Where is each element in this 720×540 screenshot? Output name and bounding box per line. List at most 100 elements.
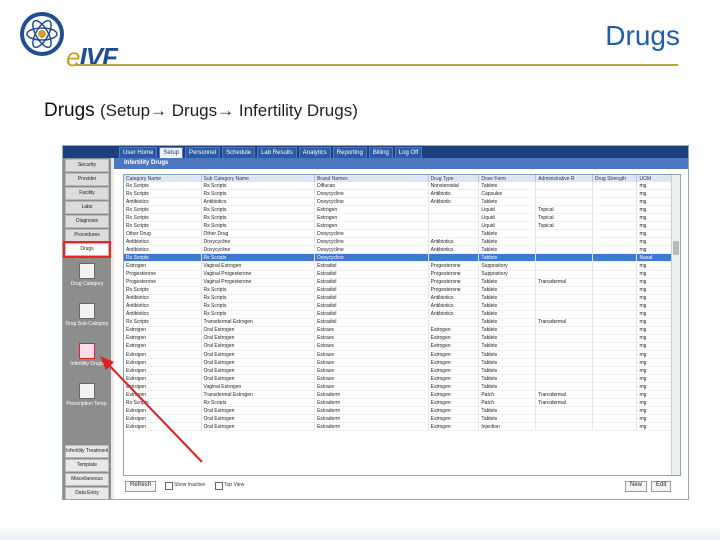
table-row[interactable]: Rx Scripts Rx Scripts Estrogen Liquid Topica… xyxy=(124,205,672,215)
table-row[interactable]: Antibiotics Doxycycline Doxycycline Antibio… xyxy=(124,237,672,247)
table-cell: Antibiotics xyxy=(428,245,480,255)
table-cell xyxy=(592,326,638,335)
table-row[interactable]: Antibiotics Doxycycline Doxycycline Antibio… xyxy=(124,245,672,255)
nav-tab[interactable]: Log Off xyxy=(394,147,423,158)
table-cell: Progesterone xyxy=(428,286,480,295)
drugs-grid: Category Name Sub Category Name Brand Name… xyxy=(123,174,681,476)
scrollbar-thumb[interactable] xyxy=(673,241,679,255)
column-header[interactable]: Administrative R xyxy=(535,175,593,182)
column-header[interactable]: Drug Strength xyxy=(592,175,638,182)
table-row[interactable]: Antibiotics Rx Scripts Estradiol Antibiotic… xyxy=(124,310,672,319)
table-cell: Patch xyxy=(478,390,537,400)
table-row[interactable]: Estrogen Oral Estrogen Estraderm Estrogen Ta… xyxy=(124,406,672,416)
table-row[interactable]: Estrogen Oral Estrogen Estraderm Estrogen In… xyxy=(124,422,672,432)
nav-tab[interactable]: Personnel xyxy=(185,147,221,158)
table-row[interactable]: Other Drug Other Drug Doxycycline Tablets mg xyxy=(124,229,672,239)
table-row[interactable]: Estrogen Vaginal Estrogen Estradiol Progest… xyxy=(124,261,672,271)
sidebar-item[interactable]: Provider xyxy=(65,173,109,186)
sidebar-item[interactable]: Template xyxy=(65,459,109,472)
table-row[interactable]: Rx Scripts Rx Scripts Estraderm Estrogen Pat… xyxy=(124,398,672,408)
nav-tab[interactable]: Lab Results xyxy=(257,147,297,158)
sidebar-icon-tile[interactable]: Prescription Temp. xyxy=(63,377,111,417)
sidebar-item[interactable]: Diagnosis xyxy=(65,215,109,228)
sidebar-item[interactable]: Security xyxy=(65,159,109,172)
table-row[interactable]: Antibiotics Rx Scripts Estradiol Antibiotic… xyxy=(124,302,672,311)
table-row[interactable]: Estrogen Transdermal Estrogen Estraderm Est… xyxy=(124,390,672,400)
table-cell xyxy=(535,422,593,432)
table-row[interactable]: Rx Scripts Rx Scripts Estradiol Progesteron… xyxy=(124,286,672,295)
new-button[interactable]: New xyxy=(625,481,648,492)
table-row[interactable]: Estrogen Oral Estrogen Estrace Estrogen Tabl… xyxy=(124,374,672,384)
nav-tab[interactable]: Reporting xyxy=(332,147,367,158)
title-divider xyxy=(74,64,678,66)
table-cell: Rx Scripts xyxy=(124,253,202,263)
table-cell xyxy=(428,221,480,231)
table-row[interactable]: Estrogen Oral Estrogen Estrace Estrogen Tabl… xyxy=(124,358,672,368)
show-inactive-checkbox[interactable] xyxy=(165,482,173,490)
table-row[interactable]: Rx Scripts Rx Scripts Doxycycline Antibioti… xyxy=(124,189,672,199)
sidebar-item[interactable]: Facility xyxy=(65,187,109,200)
table-cell: Oral Estrogen xyxy=(201,342,316,351)
nav-tab[interactable]: Analytics xyxy=(298,147,331,158)
table-cell: Estradiol xyxy=(314,294,429,303)
table-cell: Estrace xyxy=(314,334,429,343)
table-row[interactable]: Estrogen Oral Estrogen Estrace Estrogen Tabl… xyxy=(124,342,672,351)
table-row[interactable]: Estrogen Vaginal Estrogen Estrace Estrogen T… xyxy=(124,382,672,392)
table-cell xyxy=(428,253,480,263)
sidebar-icon-tile[interactable]: Drug Category xyxy=(63,257,111,297)
nav-tab[interactable]: Schedule xyxy=(222,147,256,158)
table-row[interactable]: Estrogen Oral Estrogen Estrace Estrogen Tabl… xyxy=(124,326,672,335)
table-cell: Tablets xyxy=(478,406,537,416)
table-cell: mg xyxy=(636,422,672,432)
nav-tab[interactable]: User Home xyxy=(119,147,158,158)
sidebar-item[interactable]: Drugs xyxy=(63,241,111,258)
sidebar-item[interactable]: Labs xyxy=(65,201,109,214)
table-row[interactable]: Rx Scripts Transdermal Estrogen Estradiol T… xyxy=(124,318,672,327)
top-view-checkbox[interactable] xyxy=(215,482,223,490)
table-cell: Estrogen xyxy=(124,382,202,392)
sidebar-item[interactable]: Procedures xyxy=(65,229,109,242)
table-cell xyxy=(592,278,638,287)
table-cell: Doxycycline xyxy=(201,237,316,247)
table-cell: Antibiotic xyxy=(428,197,480,207)
table-row[interactable]: Antibiotics Rx Scripts Estradiol Antibiotic… xyxy=(124,294,672,303)
grid-vertical-scrollbar[interactable] xyxy=(671,175,680,475)
table-row[interactable]: Estrogen Oral Estrogen Estrace Estrogen Tabl… xyxy=(124,366,672,376)
column-header[interactable]: Sub Category Name xyxy=(201,175,316,182)
table-cell: Rx Scripts xyxy=(124,318,202,327)
table-row[interactable]: Rx Scripts Rx Scripts Doxycycline Tablets Na… xyxy=(124,253,672,263)
table-row[interactable]: Rx Scripts Rx Scripts Estrogen Liquid Topica… xyxy=(124,221,672,231)
sidebar-icon-tile[interactable]: Infertility Drugs xyxy=(63,337,111,377)
table-cell xyxy=(592,245,638,255)
nav-tab[interactable]: Billing xyxy=(368,147,393,158)
table-row[interactable]: Progesterone Vaginal Progesterone Estradio… xyxy=(124,278,672,287)
edit-button[interactable]: Edit xyxy=(651,481,672,492)
column-header[interactable]: Dose Form xyxy=(478,175,537,182)
table-cell xyxy=(592,406,638,416)
sidebar-item[interactable]: Data Entry xyxy=(65,487,109,499)
table-cell: Tablets xyxy=(478,294,537,303)
table-row[interactable]: Rx Scripts Rx Scripts Diflucan Nonsteroidal… xyxy=(124,182,672,191)
column-header[interactable]: Category Name xyxy=(124,175,202,182)
column-header[interactable]: UOM xyxy=(636,175,672,182)
table-row[interactable]: Rx Scripts Rx Scripts Estrogen Liquid Topica… xyxy=(124,213,672,223)
sidebar-item[interactable]: Miscellaneous xyxy=(65,473,109,486)
table-row[interactable]: Estrogen Oral Estrogen Estrace Estrogen Tabl… xyxy=(124,334,672,343)
table-row[interactable]: Progesterone Vaginal Progesterone Estradio… xyxy=(124,270,672,279)
column-header[interactable]: Drug Type xyxy=(428,175,480,182)
table-cell: Transdermal Estrogen xyxy=(201,390,316,400)
table-cell: Rx Scripts xyxy=(201,182,316,191)
table-cell: Tablets xyxy=(478,374,537,384)
refresh-button[interactable]: Refresh xyxy=(125,481,157,492)
table-cell xyxy=(592,350,638,360)
sidebar-item[interactable]: Infertility Treatment xyxy=(65,445,109,458)
table-row[interactable]: Estrogen Oral Estrogen Estrace Estrogen Tabl… xyxy=(124,350,672,360)
sidebar-icon-tile[interactable]: Drug Sub-Category xyxy=(63,297,111,337)
table-row[interactable]: Estrogen Oral Estrogen Estraderm Estrogen Ta… xyxy=(124,414,672,424)
table-cell: Estrogen xyxy=(428,422,480,432)
slide-title: Drugs xyxy=(605,20,680,51)
nav-tab[interactable]: Setup xyxy=(159,147,184,158)
table-cell xyxy=(428,213,480,223)
column-header[interactable]: Brand Names xyxy=(314,175,429,182)
table-row[interactable]: Antibiotics Antibiotics Doxycycline Antibio… xyxy=(124,197,672,207)
